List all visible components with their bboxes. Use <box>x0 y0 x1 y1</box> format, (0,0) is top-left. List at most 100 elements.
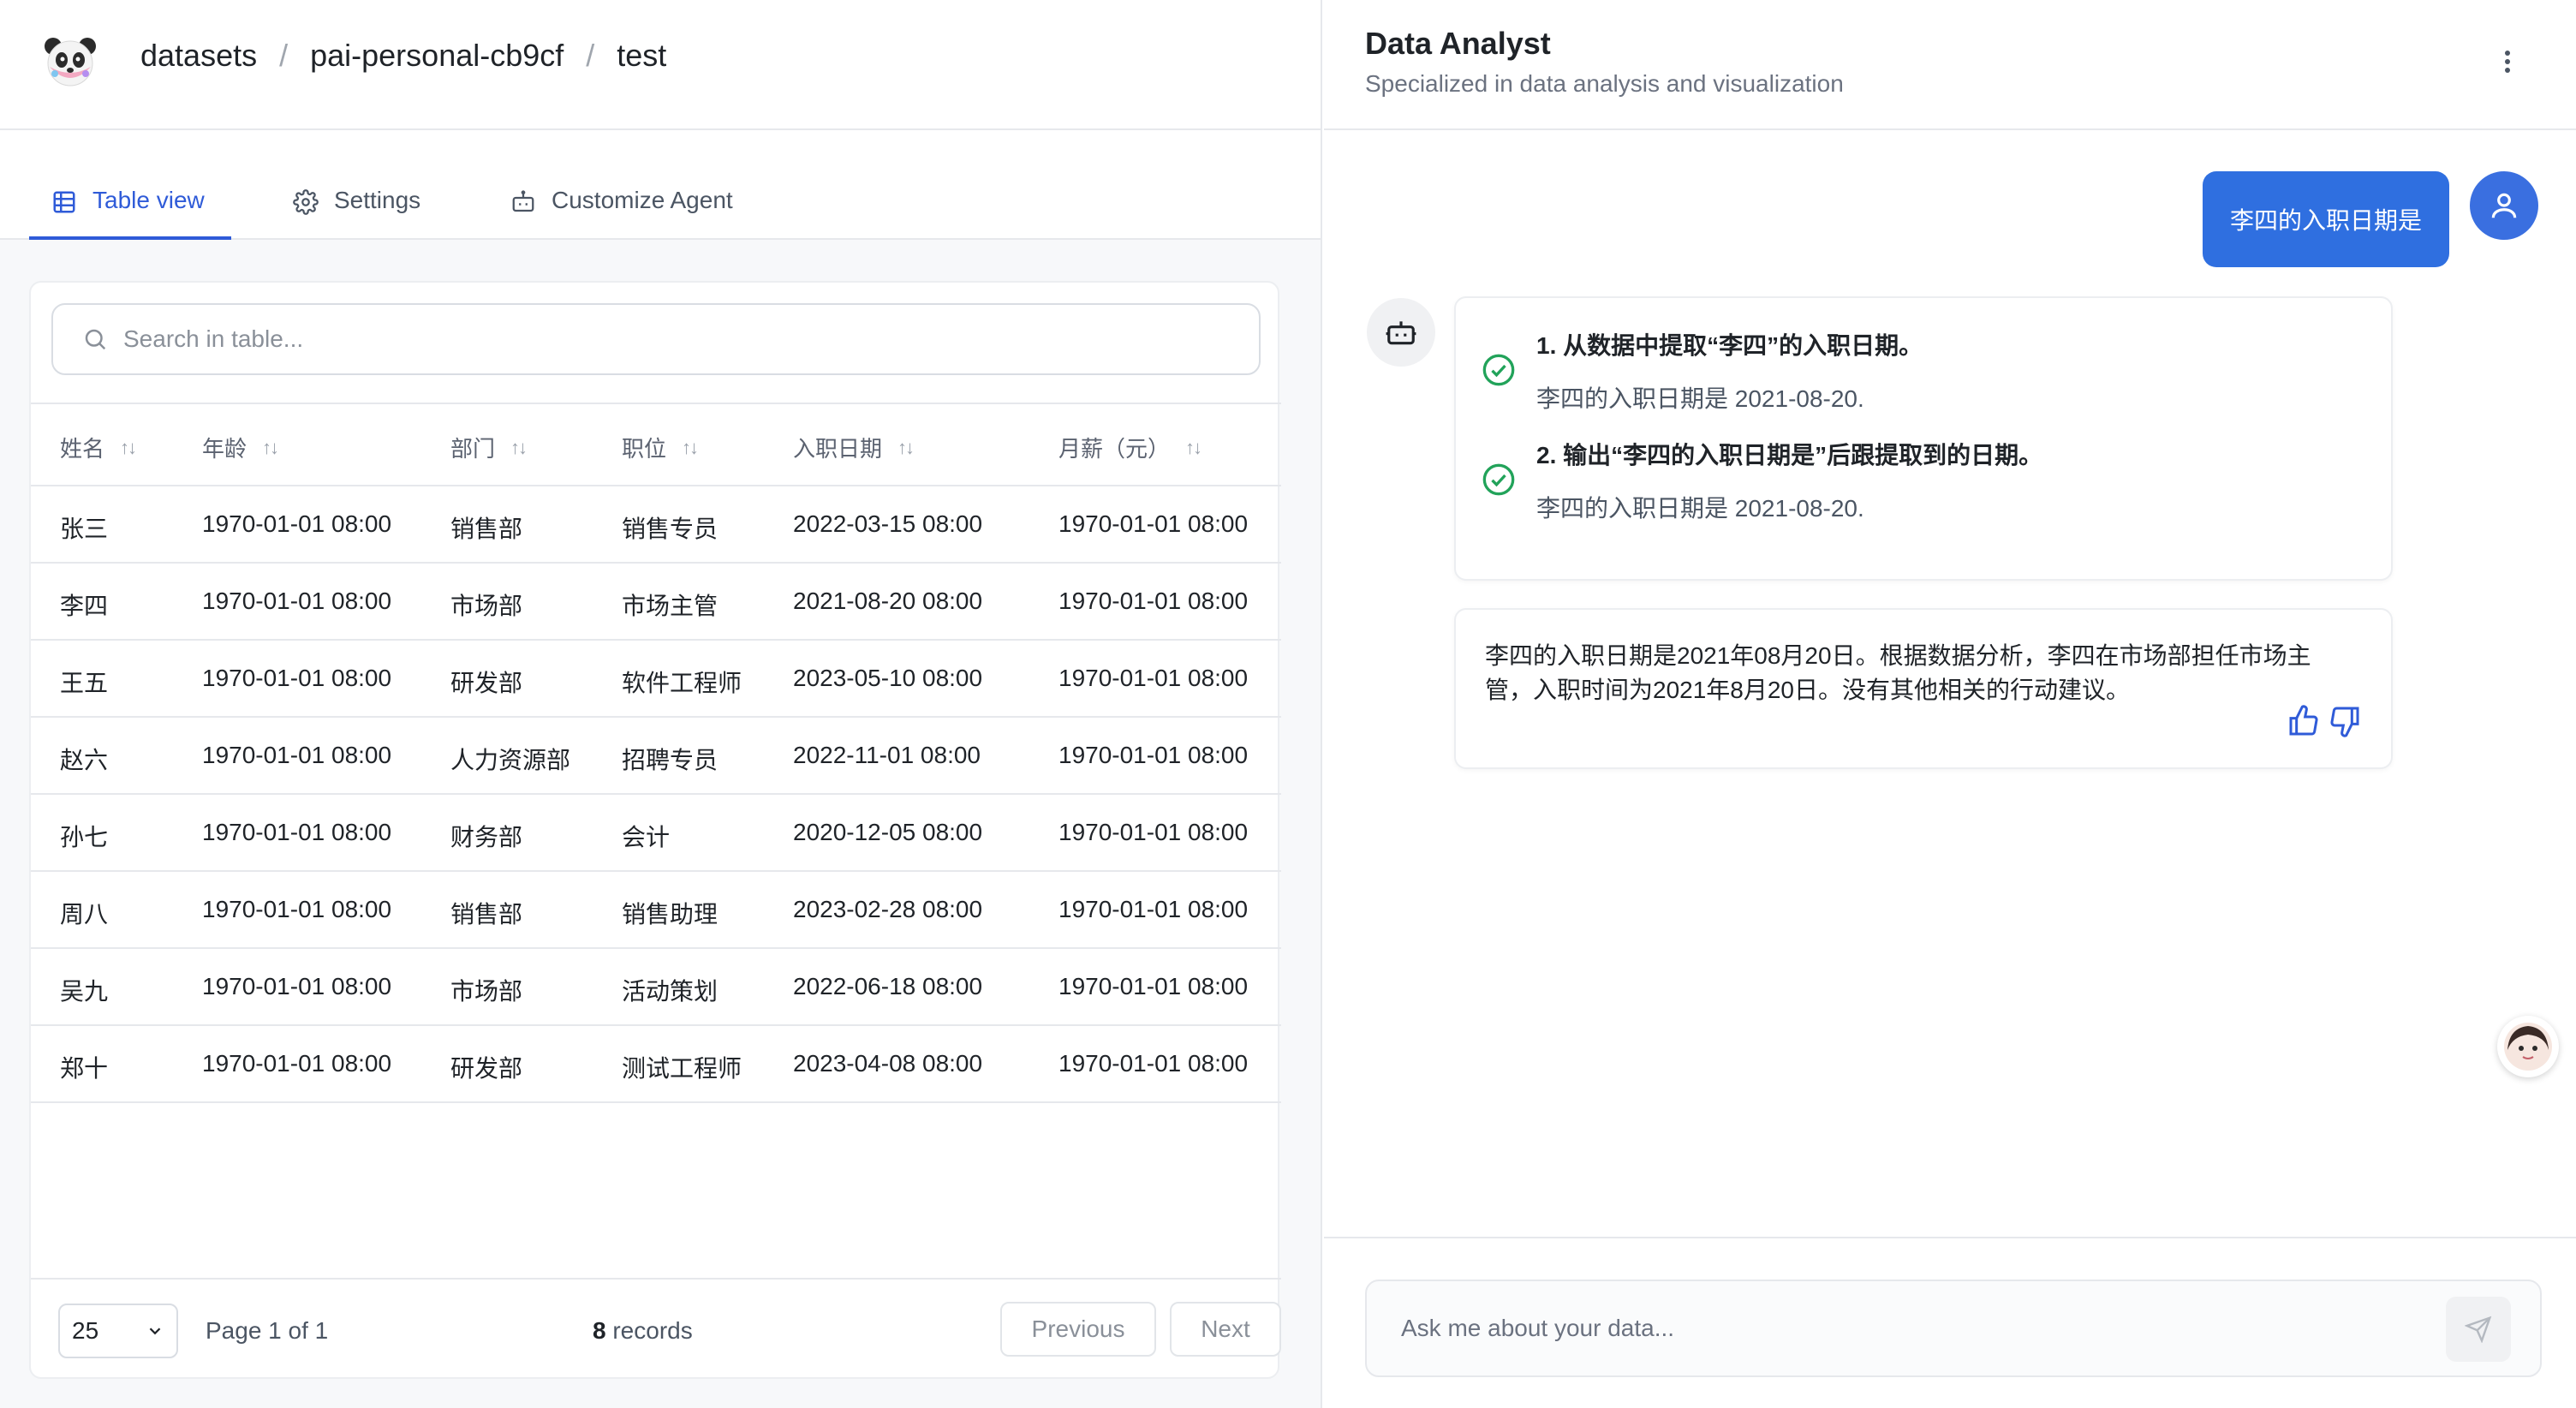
thumbs-up-icon[interactable] <box>2287 704 2321 738</box>
cell-salary: 1970-01-01 08:00 <box>1058 896 1249 922</box>
answer-text: 李四的入职日期是2021年08月20日。根据数据分析，李四在市场部担任市场主管，… <box>1485 642 2311 703</box>
analysis-steps-card: 1. 从数据中提取“李四”的入职日期。 李四的入职日期是 2021-08-20.… <box>1454 296 2393 581</box>
cell-age: 1970-01-01 08:00 <box>202 665 392 691</box>
cell-position: 销售助理 <box>622 901 719 928</box>
table-search[interactable] <box>51 303 1261 375</box>
bot-avatar <box>1367 298 1435 367</box>
sort-icon[interactable]: ↑↓ <box>262 437 279 459</box>
data-table: 姓名 ↑↓ 年龄 ↑↓ 部门 ↑↓ 职位 ↑↓ 入职日期 ↑↓ 月薪（元） ↑↓ 张三 197… <box>31 403 1281 1280</box>
cell-age: 1970-01-01 08:00 <box>202 973 392 999</box>
cell-hire-date: 2023-02-28 08:00 <box>793 896 983 922</box>
table-row[interactable]: 郑十 1970-01-01 08:00 研发部 测试工程师 2023-04-08 08:… <box>31 1026 1281 1103</box>
table-row[interactable]: 周八 1970-01-01 08:00 销售部 销售助理 2023-02-28 08:0… <box>31 872 1281 949</box>
sort-icon[interactable]: ↑↓ <box>1185 437 1202 459</box>
cell-position: 招聘专员 <box>622 747 719 773</box>
send-icon <box>2465 1316 2492 1343</box>
robot-icon <box>1386 321 1416 345</box>
cell-position: 软件工程师 <box>622 670 742 696</box>
cell-hire-date: 2023-04-08 08:00 <box>793 1050 983 1077</box>
sort-icon[interactable]: ↑↓ <box>897 437 915 459</box>
search-input[interactable] <box>123 325 1151 353</box>
table-row[interactable]: 孙七 1970-01-01 08:00 财务部 会计 2020-12-05 08:00 1… <box>31 795 1281 872</box>
step-result: 李四的入职日期是 2021-08-20. <box>1536 495 1864 522</box>
column-label: 月薪（元） <box>1058 436 1171 462</box>
sort-icon[interactable]: ↑↓ <box>120 437 137 459</box>
tab-customize-agent[interactable]: Customize Agent <box>510 187 733 240</box>
column-header-age[interactable]: 年龄 ↑↓ <box>202 432 279 463</box>
thumbs-down-icon[interactable] <box>2328 704 2362 738</box>
column-label: 年龄 <box>202 436 247 462</box>
table-footer: 25 Page 1 of 1 8 records Previous Next <box>31 1280 1281 1379</box>
cell-name: 王五 <box>60 670 109 696</box>
next-page-button[interactable]: Next <box>1170 1302 1281 1357</box>
cell-age: 1970-01-01 08:00 <box>202 510 392 537</box>
sort-icon[interactable]: ↑↓ <box>510 437 528 459</box>
cell-position: 销售专员 <box>622 516 719 542</box>
column-header-name[interactable]: 姓名 ↑↓ <box>60 432 137 463</box>
cell-age: 1970-01-01 08:00 <box>202 742 392 768</box>
table-row[interactable]: 吴九 1970-01-01 08:00 市场部 活动策划 2022-06-18 08:0… <box>31 949 1281 1026</box>
cell-hire-date: 2022-06-18 08:00 <box>793 973 983 999</box>
column-header-salary[interactable]: 月薪（元） ↑↓ <box>1058 432 1202 463</box>
tab-label: Table view <box>92 187 205 213</box>
breadcrumb-project[interactable]: pai-personal-cb9cf <box>310 38 564 74</box>
more-options-icon[interactable] <box>2499 45 2516 79</box>
table-row[interactable]: 赵六 1970-01-01 08:00 人力资源部 招聘专员 2022-11-01 08… <box>31 718 1281 795</box>
cell-department: 研发部 <box>450 670 523 696</box>
cell-age: 1970-01-01 08:00 <box>202 588 392 614</box>
cell-name: 赵六 <box>60 747 109 773</box>
table-header: 姓名 ↑↓ 年龄 ↑↓ 部门 ↑↓ 职位 ↑↓ 入职日期 ↑↓ 月薪（元） ↑↓ <box>31 404 1281 486</box>
step-title: 2. 输出“李四的入职日期是”后跟提取到的日期。 <box>1536 442 2043 468</box>
tab-table-view[interactable]: Table view <box>29 187 231 240</box>
breadcrumb-separator: / <box>586 38 595 73</box>
table-row[interactable]: 王五 1970-01-01 08:00 研发部 软件工程师 2023-05-10 08:… <box>31 641 1281 718</box>
step-result: 李四的入职日期是 2021-08-20. <box>1536 385 1864 412</box>
record-count-value: 8 <box>593 1317 606 1344</box>
table-row[interactable]: 李四 1970-01-01 08:00 市场部 市场主管 2021-08-20 08:0… <box>31 564 1281 641</box>
page-info: Page 1 of 1 <box>206 1317 329 1344</box>
answer-card: 李四的入职日期是2021年08月20日。根据数据分析，李四在市场部担任市场主管，… <box>1454 608 2393 769</box>
breadcrumb-dataset[interactable]: test <box>617 38 666 74</box>
top-bar: datasets / pai-personal-cb9cf / test <box>0 0 1321 130</box>
chat-panel: Data Analyst Specialized in data analysi… <box>1324 0 2576 1408</box>
cell-salary: 1970-01-01 08:00 <box>1058 819 1249 845</box>
column-label: 部门 <box>450 436 496 462</box>
column-header-position[interactable]: 职位 ↑↓ <box>622 432 699 463</box>
previous-page-button[interactable]: Previous <box>1000 1302 1156 1357</box>
send-button[interactable] <box>2446 1297 2511 1362</box>
table-icon <box>53 191 75 213</box>
agent-header: Data Analyst Specialized in data analysi… <box>1324 0 2576 130</box>
chat-input[interactable] <box>1401 1315 2429 1342</box>
tab-settings[interactable]: Settings <box>293 187 420 240</box>
cell-name: 周八 <box>60 901 109 928</box>
assistant-avatar-button[interactable] <box>2497 1016 2559 1077</box>
breadcrumb-datasets[interactable]: datasets <box>140 38 257 74</box>
agent-title: Data Analyst <box>1365 26 1551 61</box>
dataset-panel: datasets / pai-personal-cb9cf / test Tab… <box>0 0 1322 1408</box>
page-size-select[interactable]: 25 <box>58 1304 178 1358</box>
sort-icon[interactable]: ↑↓ <box>682 437 699 459</box>
cell-name: 吴九 <box>60 978 109 1005</box>
column-label: 入职日期 <box>793 436 883 462</box>
panda-logo-icon[interactable] <box>43 36 98 87</box>
cell-hire-date: 2021-08-20 08:00 <box>793 588 983 614</box>
cell-salary: 1970-01-01 08:00 <box>1058 1050 1249 1077</box>
cell-position: 市场主管 <box>622 593 719 619</box>
check-circle-icon <box>1482 463 1515 496</box>
cell-department: 研发部 <box>450 1055 523 1082</box>
page-size-value: 25 <box>72 1317 99 1344</box>
column-label: 职位 <box>622 436 667 462</box>
robot-icon <box>512 190 534 212</box>
cell-salary: 1970-01-01 08:00 <box>1058 510 1249 537</box>
cell-age: 1970-01-01 08:00 <box>202 819 392 845</box>
breadcrumb: datasets / pai-personal-cb9cf / test <box>140 38 666 74</box>
search-icon <box>85 329 106 350</box>
table-row[interactable]: 张三 1970-01-01 08:00 销售部 销售专员 2022-03-15 08:0… <box>31 486 1281 564</box>
assistant-face-icon <box>2504 1023 2552 1071</box>
cell-department: 财务部 <box>450 824 523 850</box>
cell-age: 1970-01-01 08:00 <box>202 1050 392 1077</box>
user-icon <box>2491 193 2517 218</box>
check-circle-icon <box>1482 354 1515 386</box>
column-header-hire-date[interactable]: 入职日期 ↑↓ <box>793 432 915 463</box>
column-header-department[interactable]: 部门 ↑↓ <box>450 432 528 463</box>
